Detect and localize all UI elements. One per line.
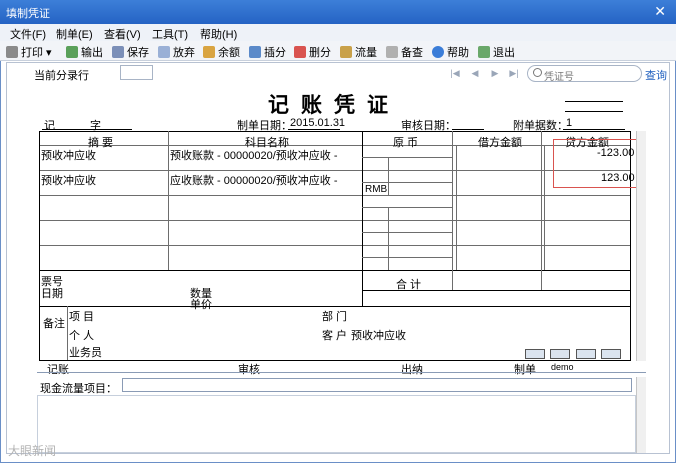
row-currency[interactable]: RMB — [365, 184, 387, 195]
exit-button[interactable]: 退出 — [478, 44, 515, 59]
discard-button[interactable]: 放弃 — [158, 44, 195, 59]
customer-value[interactable]: 预收冲应收 — [351, 327, 406, 343]
discard-icon — [158, 46, 170, 58]
collapse-icon[interactable] — [601, 349, 621, 359]
cashflow-list[interactable] — [37, 395, 636, 453]
salesperson-label: 业务员 — [69, 347, 102, 359]
link-icon[interactable] — [576, 349, 596, 359]
prev-record-icon[interactable]: ◀ — [469, 68, 481, 80]
exit-icon — [478, 46, 490, 58]
attach-value[interactable]: 1 — [566, 117, 572, 129]
project-label: 项 目 — [69, 311, 95, 323]
toolbar: 打印 ▾ 输出 保存 放弃 余额 插分 删分 流量 备查 帮助 退出 — [0, 41, 676, 61]
print-button[interactable]: 打印 ▾ — [6, 44, 52, 59]
help-icon — [432, 46, 444, 58]
unit-price-label: 单价 — [190, 299, 212, 311]
row-summary[interactable]: 预收冲应收 — [41, 147, 96, 163]
balance-icon — [203, 46, 215, 58]
record-icon[interactable] — [550, 349, 570, 359]
review-label: 审核 — [238, 364, 260, 376]
memo-icon — [386, 46, 398, 58]
menu-tools[interactable]: 工具(T) — [152, 26, 188, 42]
date-label-footer: 日期 — [41, 288, 63, 300]
cashier-label: 出纳 — [401, 364, 423, 376]
cashflow-button[interactable]: 流量 — [340, 44, 377, 59]
insert-row-icon — [249, 46, 261, 58]
menu-view[interactable]: 查看(V) — [104, 26, 141, 42]
voucher-title: 记账凭证 — [268, 92, 400, 117]
watermark-text: 大眼新闻 — [8, 444, 57, 458]
close-icon[interactable]: ✕ — [654, 3, 666, 20]
maker-label: 制单 — [514, 364, 536, 376]
insert-row-button[interactable]: 插分 — [249, 44, 286, 59]
header-currency: 原 币 — [393, 137, 419, 149]
row-summary[interactable]: 预收冲应收 — [41, 172, 96, 188]
row-account[interactable]: 应收账款 - 00000020/预收冲应收 - — [170, 172, 338, 188]
department-label: 部 门 — [322, 311, 348, 323]
current-entry-field[interactable] — [120, 65, 153, 80]
last-record-icon[interactable]: ▶| — [508, 68, 520, 80]
memo-button[interactable]: 备查 — [386, 44, 423, 59]
menu-file[interactable]: 文件(F) — [10, 26, 46, 42]
next-record-icon[interactable]: ▶ — [489, 68, 501, 80]
export-icon — [66, 46, 78, 58]
search-placeholder: 凭证号 — [544, 72, 574, 83]
menu-help[interactable]: 帮助(H) — [200, 26, 237, 42]
cashflow-field[interactable] — [122, 378, 632, 392]
help-button[interactable]: 帮助 — [432, 44, 469, 59]
credit-highlight-box — [553, 139, 645, 188]
total-label: 合 计 — [396, 279, 422, 291]
attachment-icon[interactable] — [525, 349, 545, 359]
table-scrollbar[interactable] — [636, 131, 646, 361]
query-link[interactable]: 查询 — [645, 67, 667, 83]
cashflow-scrollbar[interactable] — [636, 377, 646, 453]
first-record-icon[interactable]: |◀ — [449, 68, 461, 80]
save-button[interactable]: 保存 — [112, 44, 149, 59]
delete-row-button[interactable]: 删分 — [294, 44, 331, 59]
search-icon — [533, 68, 542, 77]
person-label: 个 人 — [69, 330, 95, 342]
current-entry-label: 当前分录行 — [34, 70, 89, 82]
posting-label: 记账 — [47, 364, 69, 376]
delete-row-icon — [294, 46, 306, 58]
balance-button[interactable]: 余额 — [203, 44, 240, 59]
remark-label: 备注 — [43, 318, 65, 330]
cashflow-label: 现金流量项目： — [40, 383, 117, 395]
window-title: 填制凭证 — [6, 8, 50, 20]
voucher-search-input[interactable]: 凭证号 — [527, 65, 642, 83]
title-bar: 填制凭证 ✕ — [0, 0, 676, 24]
menu-bar: 文件(F) 制单(E) 查看(V) 工具(T) 帮助(H) — [0, 24, 676, 41]
cashflow-icon — [340, 46, 352, 58]
menu-voucher[interactable]: 制单(E) — [56, 26, 93, 42]
printer-icon — [6, 46, 18, 58]
date-value[interactable]: 2015.01.31 — [290, 117, 345, 129]
row-account[interactable]: 预收账款 - 00000020/预收冲应收 - — [170, 147, 338, 163]
maker-value: demo — [551, 362, 574, 372]
header-debit: 借方金额 — [478, 137, 522, 149]
export-button[interactable]: 输出 — [66, 44, 103, 59]
save-icon — [112, 46, 124, 58]
customer-label: 客 户 — [322, 330, 348, 342]
